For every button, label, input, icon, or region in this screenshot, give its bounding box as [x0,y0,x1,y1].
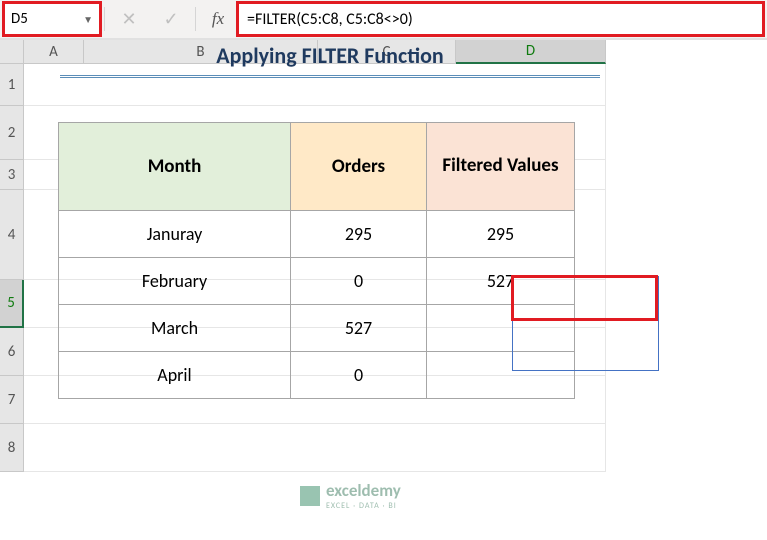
cell-month[interactable]: Januray [59,211,291,258]
cell-orders[interactable]: 527 [291,305,427,352]
row-header-2[interactable]: 2 [0,106,24,160]
fx-label[interactable]: fx [200,9,236,29]
cell-filtered[interactable]: 527 [427,258,575,305]
table-header-row: Month Orders Filtered Values [59,123,575,211]
cell-filtered[interactable] [427,352,575,399]
table-row: February 0 527 [59,258,575,305]
formula-bar-row: D5 ▼ ✕ ✓ fx =FILTER(C5:C8, C5:C8<>0) [0,0,767,40]
table-row: April 0 [59,352,575,399]
row-header-7[interactable]: 7 [0,376,24,424]
cell-filtered[interactable]: 295 [427,211,575,258]
cancel-formula-button[interactable]: ✕ [109,3,149,35]
cell-orders[interactable]: 295 [291,211,427,258]
cell-month[interactable]: March [59,305,291,352]
row-header-3[interactable]: 3 [0,160,24,190]
header-orders[interactable]: Orders [291,123,427,211]
cell-filtered[interactable] [427,305,575,352]
row-header-5[interactable]: 5 [0,280,24,328]
formula-input[interactable]: =FILTER(C5:C8, C5:C8<>0) [238,3,763,35]
table-row: Januray 295 295 [59,211,575,258]
enter-formula-button[interactable]: ✓ [151,3,191,35]
brand-subtitle: EXCEL · DATA · BI [326,501,401,511]
check-icon: ✓ [163,8,178,30]
cancel-icon: ✕ [121,8,136,30]
cell-month[interactable]: February [59,258,291,305]
header-filtered[interactable]: Filtered Values [427,123,575,211]
watermark: exceldemy EXCEL · DATA · BI [300,480,401,511]
cell-month[interactable]: April [59,352,291,399]
separator [104,7,105,31]
brand-icon [300,486,320,506]
cell-area-r8[interactable] [24,424,606,472]
sheet-title: Applying FILTER Function [60,42,600,78]
cell-orders[interactable]: 0 [291,258,427,305]
select-all-corner[interactable] [0,40,24,64]
brand-name: exceldemy [326,480,401,501]
cell-orders[interactable]: 0 [291,352,427,399]
row-header-6[interactable]: 6 [0,328,24,376]
header-month[interactable]: Month [59,123,291,211]
data-table: Month Orders Filtered Values Januray 295… [58,122,575,399]
name-box-dropdown-icon[interactable]: ▼ [83,13,93,26]
formula-text: =FILTER(C5:C8, C5:C8<>0) [247,10,413,29]
table-row: March 527 [59,305,575,352]
row-header-8[interactable]: 8 [0,424,24,472]
separator [195,7,196,31]
row-header-4[interactable]: 4 [0,190,24,280]
name-box-value: D5 [11,10,28,28]
row-header-1[interactable]: 1 [0,64,24,106]
name-box[interactable]: D5 ▼ [4,3,100,35]
